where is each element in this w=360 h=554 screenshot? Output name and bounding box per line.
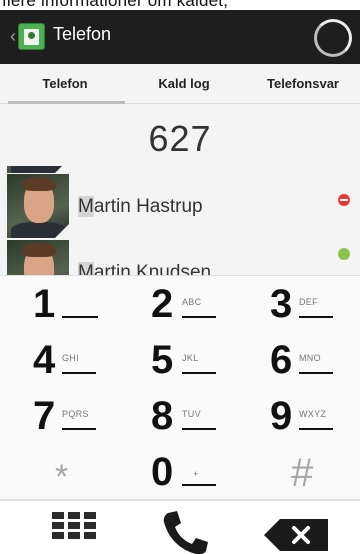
key-7[interactable]: 7 PQRS <box>0 388 120 444</box>
match-highlight: M <box>78 196 94 217</box>
contact-name: Martin Hastrup <box>78 196 203 218</box>
contact-photo <box>7 166 69 173</box>
up-navigation-icon[interactable]: ‹ <box>10 26 16 47</box>
dial-keypad: 1 2 ABC 3 DEF 4 GHI 5 JKL 6 MNO 7 PQRS 8… <box>0 275 360 499</box>
match-highlight: M <box>78 262 94 275</box>
key-hash[interactable]: # <box>240 444 360 500</box>
busy-status-icon <box>338 194 350 206</box>
key-6[interactable]: 6 MNO <box>240 332 360 388</box>
contact-name-rest: artin Knudsen <box>93 262 212 275</box>
contacts-book-icon[interactable] <box>18 23 45 50</box>
contact-row-martin-hastrup[interactable]: Martin Hastrup <box>0 174 360 238</box>
key-2[interactable]: 2 ABC <box>120 276 240 332</box>
contact-photo <box>7 240 69 275</box>
app-title: Telefon <box>53 24 112 44</box>
cropped-top-text-label: flere informationer om kaldet, <box>2 0 229 10</box>
key-5[interactable]: 5 JKL <box>120 332 240 388</box>
tab-telefonsvar[interactable]: Telefonsvar <box>243 64 360 104</box>
contact-row-martin-knudsen[interactable]: Martin Knudsen <box>0 240 360 275</box>
contact-name-rest: artin Hastrup <box>93 196 203 217</box>
contact-photo <box>7 174 69 238</box>
cropped-top-text: flere informationer om kaldet, <box>0 0 360 10</box>
contact-name: Martin Knudsen <box>78 262 211 275</box>
spinner-icon <box>314 19 352 57</box>
contact-results-list[interactable]: Martin Hastrup Martin Knudsen <box>0 166 360 275</box>
backspace-icon[interactable] <box>264 519 328 551</box>
contact-row-partial[interactable] <box>0 166 360 173</box>
hide-keypad-icon[interactable] <box>52 512 98 546</box>
dialer-action-bar <box>0 499 360 554</box>
key-0[interactable]: 0 + <box>120 444 240 500</box>
action-bar: ‹ Telefon <box>0 10 360 64</box>
key-1[interactable]: 1 <box>0 276 120 332</box>
key-8[interactable]: 8 TUV <box>120 388 240 444</box>
dialed-number: 627 <box>148 118 212 159</box>
phone-call-icon[interactable] <box>160 509 210 554</box>
tab-kald-log[interactable]: Kald log <box>124 64 244 104</box>
tab-bar: Telefon Kald log Telefonsvar <box>0 64 360 104</box>
tab-telefon[interactable]: Telefon <box>5 64 125 104</box>
key-4[interactable]: 4 GHI <box>0 332 120 388</box>
key-9[interactable]: 9 WXYZ <box>240 388 360 444</box>
online-status-icon <box>338 248 350 260</box>
key-star[interactable]: * <box>0 444 120 500</box>
dialed-number-display[interactable]: 627 <box>0 104 360 166</box>
key-3[interactable]: 3 DEF <box>240 276 360 332</box>
